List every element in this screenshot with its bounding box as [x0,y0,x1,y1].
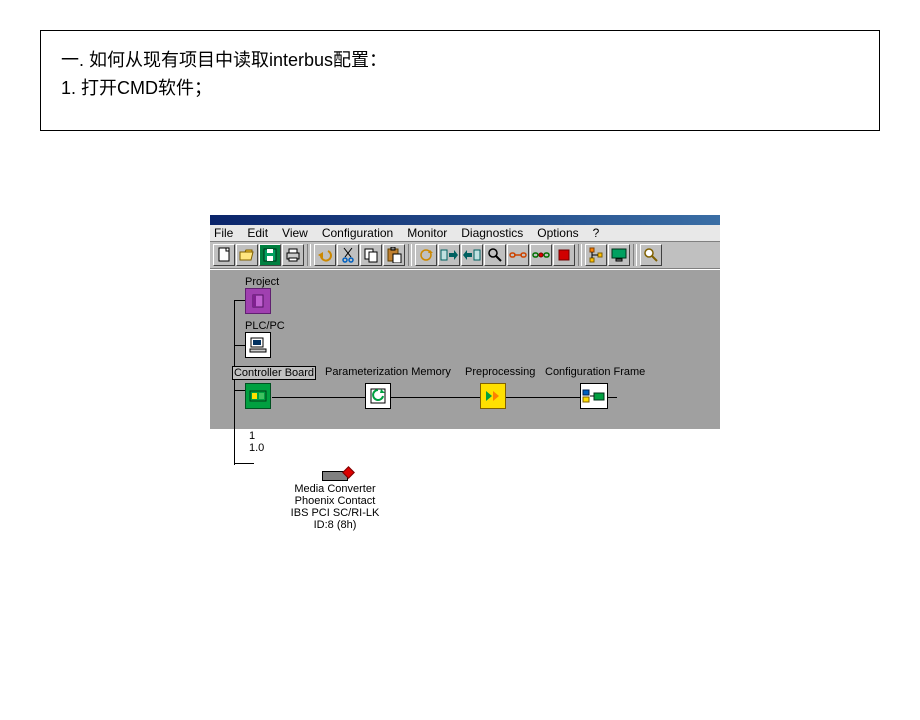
controller-board-node-label[interactable]: Controller Board [232,366,316,380]
find-icon[interactable] [484,244,506,266]
diagram-icon[interactable] [585,244,607,266]
menu-configuration[interactable]: Configuration [322,226,393,240]
preprocessing-icon[interactable] [480,383,506,409]
disconnect-icon[interactable] [530,244,552,266]
controller-board-node-icon[interactable] [245,383,271,409]
menu-options[interactable]: Options [537,226,578,240]
device-type: IBS PCI SC/RI-LK [210,507,460,519]
menu-diagnostics[interactable]: Diagnostics [461,226,523,240]
instruction-line-2: 1. 打开CMD软件； [61,74,859,100]
open-icon[interactable] [236,244,258,266]
menu-bar: File Edit View Configuration Monitor Dia… [210,225,720,242]
project-tree-canvas: Project PLC/PC Controller Board Paramete… [210,269,720,429]
device-vendor: Phoenix Contact [210,495,460,507]
plcpc-node-label: PLC/PC [245,320,285,332]
link-icon[interactable] [507,244,529,266]
project-node-label: Project [245,276,279,288]
monitor-icon[interactable] [608,244,630,266]
media-converter-icon[interactable] [322,471,348,481]
device-number: 1 [249,430,255,442]
zoom-icon[interactable] [640,244,662,266]
config-frame-icon[interactable] [580,383,608,409]
print-icon[interactable] [282,244,304,266]
refresh-icon[interactable] [415,244,437,266]
toolbar [210,242,720,269]
copy-icon[interactable] [360,244,382,266]
cmd-app-window: File Edit View Configuration Monitor Dia… [210,215,720,429]
paste-icon[interactable] [383,244,405,266]
menu-file[interactable]: File [214,226,233,240]
device-name: Media Converter [210,483,460,495]
stop-icon[interactable] [553,244,575,266]
menu-monitor[interactable]: Monitor [407,226,447,240]
config-frame-label: Configuration Frame [545,366,645,378]
plcpc-node-icon[interactable] [245,332,271,358]
preprocessing-label: Preprocessing [465,366,535,378]
param-memory-label: Parameterization Memory [325,366,451,378]
export-left-icon[interactable] [461,244,483,266]
instruction-line-1: 一. 如何从现有项目中读取interbus配置： [61,46,859,72]
device-branch: 1 1.0 Media Converter Phoenix Contact IB… [210,425,460,531]
project-node-icon[interactable] [245,288,271,314]
instruction-box: 一. 如何从现有项目中读取interbus配置： 1. 打开CMD软件； [40,30,880,131]
save-icon[interactable] [259,244,281,266]
menu-edit[interactable]: Edit [247,226,268,240]
cut-icon[interactable] [337,244,359,266]
undo-icon[interactable] [314,244,336,266]
param-memory-icon[interactable] [365,383,391,409]
menu-help[interactable]: ? [593,226,600,240]
menu-view[interactable]: View [282,226,308,240]
new-icon[interactable] [213,244,235,266]
window-titlebar [210,215,720,225]
device-address: 1.0 [249,442,264,454]
device-id: ID:8 (8h) [210,519,460,531]
export-right-icon[interactable] [438,244,460,266]
